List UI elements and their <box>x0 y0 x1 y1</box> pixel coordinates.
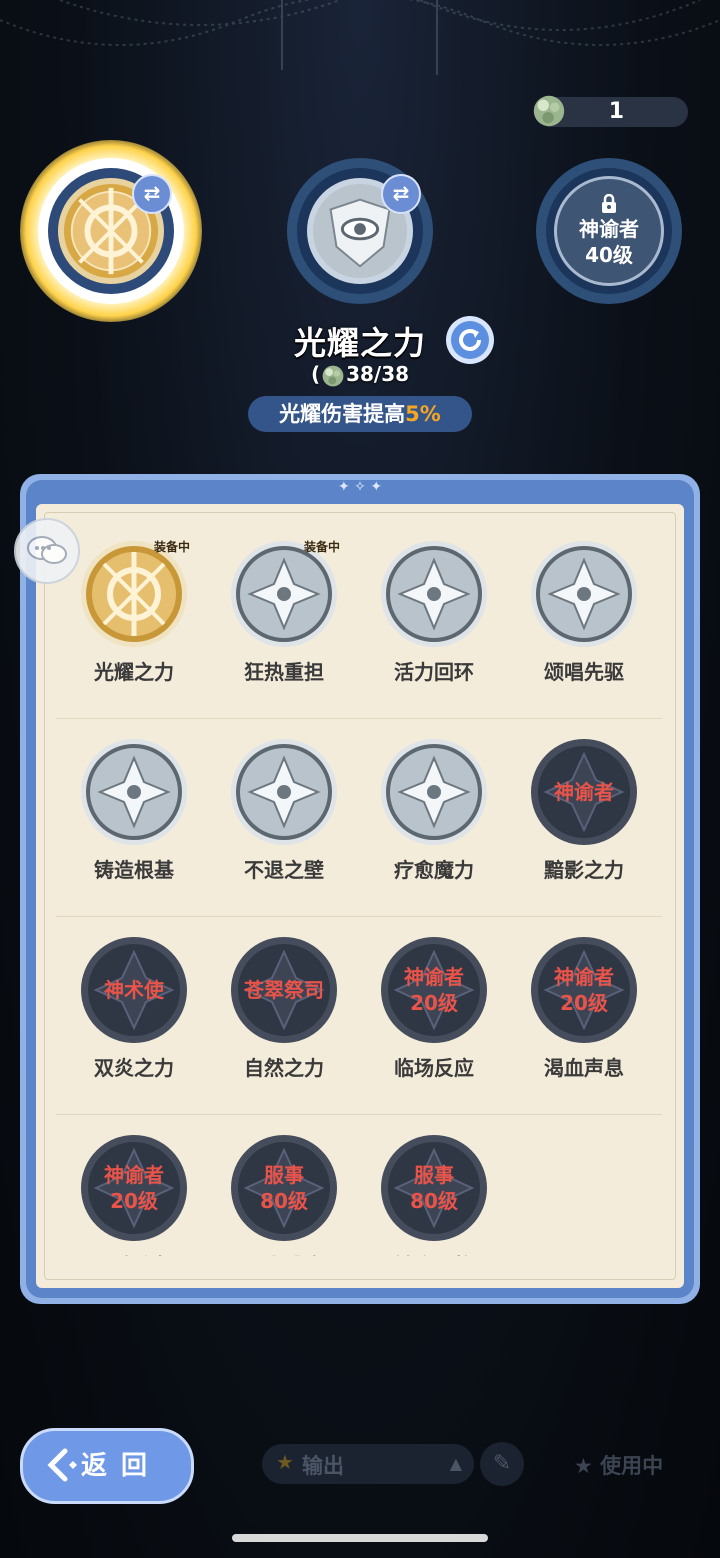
selected-skill-title: 光耀之力 <box>293 324 426 362</box>
skill-emblem-icon: 装备中 <box>80 540 190 648</box>
skill-name: 双炎之力 <box>94 1056 174 1080</box>
refresh-button[interactable] <box>446 316 494 364</box>
skill-item[interactable]: 铸造根基 <box>78 738 190 883</box>
skill-emblem-icon <box>80 738 188 846</box>
stone-count: ( 38/38 <box>0 362 720 389</box>
skill-item[interactable]: 服事80级触底升格 <box>378 1134 490 1256</box>
filter-dropdown[interactable]: ★ 输出 ▲ <box>262 1444 474 1484</box>
lock-icon <box>602 194 616 213</box>
skill-item[interactable]: 神谕者 20级渴血声息 <box>528 936 640 1081</box>
equip-slot-3-locked[interactable]: 神谕者 40级 <box>536 158 682 304</box>
star-icon: ★ <box>574 1454 601 1478</box>
skill-name: 疗愈魔力 <box>394 858 474 882</box>
equipped-tag: 装备中 <box>303 540 340 554</box>
skill-item[interactable]: 装备中光耀之力 <box>78 540 190 685</box>
skill-name: 光耀之力 <box>94 660 174 684</box>
unlock-requirement: 服事 80级 <box>410 1163 458 1213</box>
locked-skill-icon: 神谕者 20级 <box>380 936 488 1044</box>
skill-emblem-icon <box>380 738 488 846</box>
selected-skill-title-row: 光耀之力 <box>0 318 720 364</box>
skill-name: 狂热重担 <box>244 660 324 684</box>
swap-icon[interactable]: ⇄ <box>381 174 421 214</box>
skill-name: 不退之壁 <box>244 858 324 882</box>
skill-emblem-icon: 装备中 <box>230 540 340 648</box>
locked-skill-icon: 服事 80级 <box>380 1134 488 1242</box>
locked-skill-icon: 神谕者 <box>530 738 638 846</box>
stone-gem-icon <box>533 95 565 127</box>
skill-item[interactable]: 苍翠祭司 自然之力 <box>228 936 340 1081</box>
equip-slot-1[interactable]: ⇄ <box>20 140 202 322</box>
skill-item[interactable]: 神谕者 黯影之力 <box>528 738 640 883</box>
skill-name: 触底升格 <box>378 1250 490 1256</box>
unlock-requirement: 神谕者 20级 <box>554 965 614 1015</box>
skill-name: 自然之力 <box>244 1056 324 1080</box>
unlock-requirement: 苍翠祭司 <box>244 978 324 1002</box>
locked-skill-icon: 神谕者 20级 <box>530 936 638 1044</box>
back-arrow-icon <box>47 1448 77 1482</box>
skill-name: 渴血声息 <box>544 1056 624 1080</box>
edit-button[interactable]: ✎ <box>480 1442 524 1486</box>
skill-item[interactable]: 装备中狂热重担 <box>228 540 340 685</box>
skill-emblem-icon <box>380 540 488 648</box>
skill-item[interactable]: 颂唱先驱 <box>528 540 640 685</box>
star-icon: ★ <box>276 1450 294 1474</box>
row-divider <box>56 916 662 917</box>
row-divider <box>56 718 662 719</box>
skill-item[interactable]: 神谕者 20级临场反应 <box>378 936 490 1081</box>
equipped-tag: 装备中 <box>153 540 190 554</box>
unlock-requirement: 服事 80级 <box>260 1163 308 1213</box>
skill-item[interactable]: 活力回环 <box>378 540 490 685</box>
buff-description: 光耀伤害提高5% <box>248 396 472 432</box>
skill-name: 黯影之力 <box>544 858 624 882</box>
skill-item[interactable]: 神术使 双炎之力 <box>78 936 190 1081</box>
skill-item[interactable]: 服事80级无人感应 <box>228 1134 340 1256</box>
refresh-icon <box>459 329 481 351</box>
currency-bar: 1 <box>533 95 688 127</box>
panel-ornament-icon: ✦ ✧ ✦ <box>337 479 383 495</box>
currency-value: 1 <box>608 99 624 124</box>
back-label: 返回 <box>81 1451 162 1481</box>
skill-item[interactable]: 不退之壁 <box>228 738 340 883</box>
skill-item[interactable]: 神谕者20级加速冷却 <box>78 1134 190 1256</box>
skill-name: 无人感应 <box>228 1250 340 1256</box>
decorative-chains <box>0 0 720 75</box>
swap-icon[interactable]: ⇄ <box>132 174 172 214</box>
skill-name: 临场反应 <box>394 1056 474 1080</box>
equip-slot-2[interactable]: ⇄ <box>287 158 433 304</box>
locked-skill-icon: 神谕者 20级 <box>80 1134 188 1242</box>
locked-skill-icon: 神术使 <box>80 936 188 1044</box>
skill-name: 铸造根基 <box>94 858 174 882</box>
unlock-requirement: 神谕者 20级 <box>404 965 464 1015</box>
locked-skill-icon: 服事 80级 <box>230 1134 338 1242</box>
back-button[interactable]: 返回 <box>20 1428 194 1504</box>
skill-name: 颂唱先驱 <box>544 660 624 684</box>
triangle-up-icon: ▲ <box>449 1454 462 1473</box>
unlock-requirement: 神谕者 20级 <box>104 1163 164 1213</box>
locked-skill-icon: 苍翠祭司 <box>230 936 338 1044</box>
skill-name: 活力回环 <box>394 660 474 684</box>
skill-emblem-icon <box>530 540 638 648</box>
chat-button[interactable] <box>14 518 80 584</box>
unlock-requirement: 神谕者 <box>554 780 614 804</box>
row-divider <box>56 1114 662 1115</box>
pencil-icon: ✎ <box>492 1451 512 1476</box>
in-use-button[interactable]: ★ 使用中 <box>574 1450 663 1480</box>
stone-gem-icon <box>322 365 344 386</box>
chat-icon <box>27 536 67 564</box>
unlock-requirement: 神术使 <box>104 978 164 1002</box>
skill-emblem-icon <box>230 738 338 846</box>
filter-label: 输出 <box>302 1454 344 1478</box>
skill-name: 加速冷却 <box>78 1250 190 1256</box>
home-indicator[interactable] <box>232 1534 488 1542</box>
skill-item[interactable]: 疗愈魔力 <box>378 738 490 883</box>
slot-lock-text: 神谕者 40级 <box>579 217 639 267</box>
